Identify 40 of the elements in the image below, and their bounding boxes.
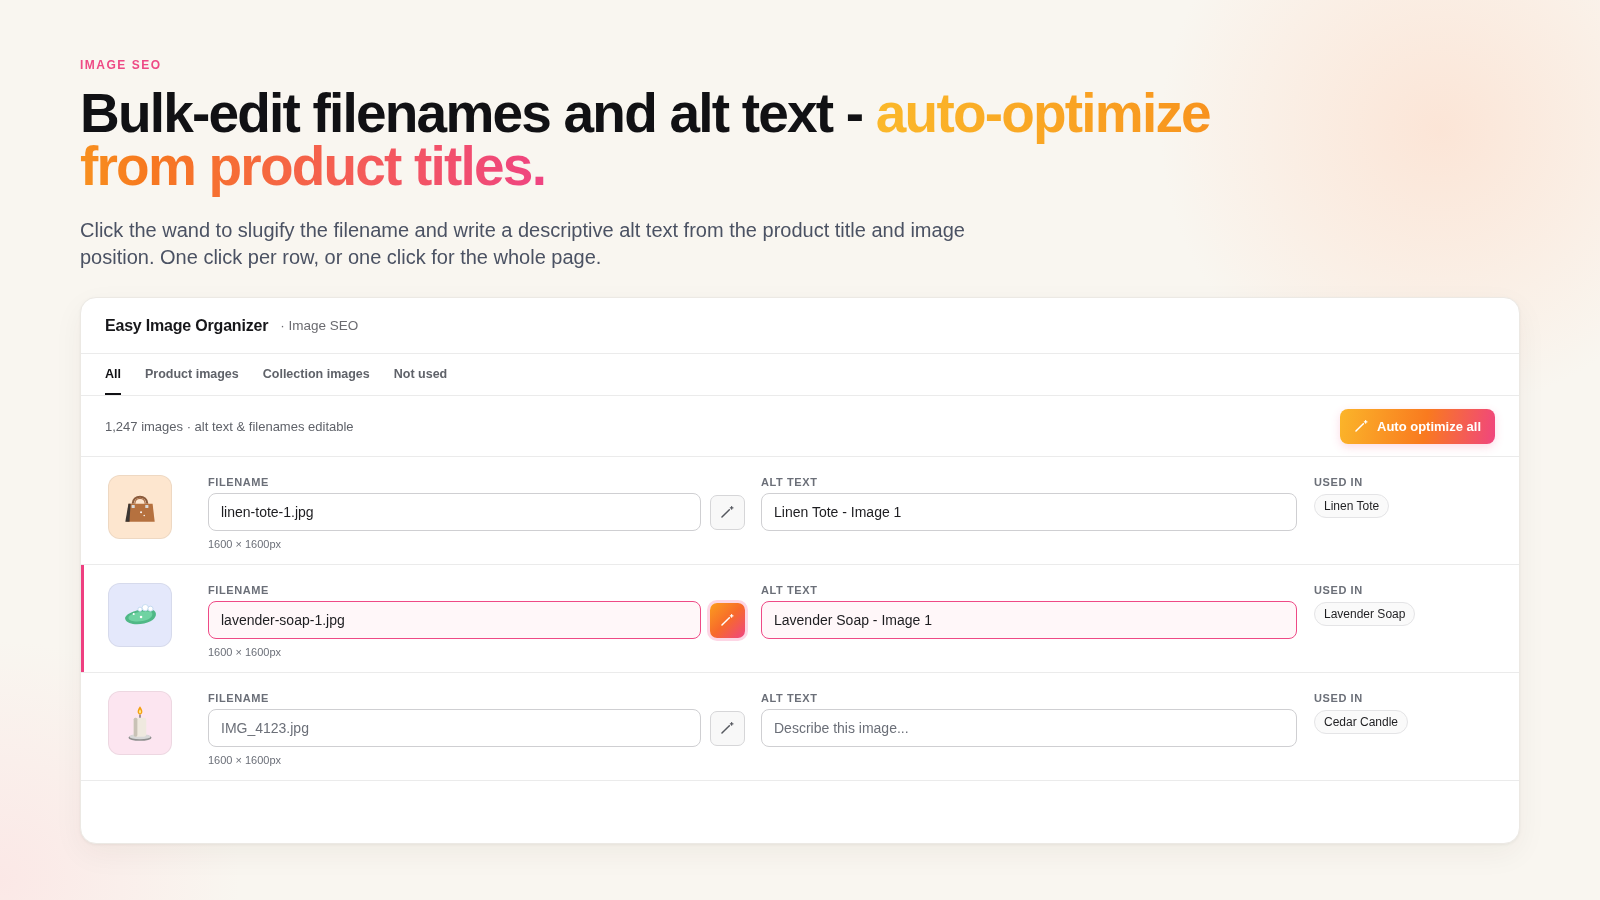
- field-label: FILENAME: [208, 691, 271, 705]
- field-label: ALT TEXT: [761, 475, 819, 489]
- field-label: ALT TEXT: [761, 691, 819, 705]
- image-count: 1,247 images · alt text & filenames editable: [105, 418, 354, 434]
- description: Click the wand to slugify the filename and write a descriptive alt text from the product title and image position. One click per row, or one click for the whole page.: [80, 218, 966, 270]
- image-row[interactable]: FILENAME lavender-soap-1.jpg 1600 × 1600px ALT TEXT Lavender Soap - Image 1 USED IN Lavender Soap: [81, 565, 1519, 673]
- image-row[interactable]: FILENAME IMG_4123.jpg 1600 × 1600px ALT TEXT Describe this image... USED IN Cedar Candle: [81, 673, 1519, 781]
- product-tag[interactable]: Linen Tote: [1314, 494, 1390, 518]
- alt-text-field[interactable]: Linen Tote - Image 1: [761, 493, 1297, 531]
- field-label: USED IN: [1314, 583, 1364, 597]
- tab[interactable]: Collection images: [262, 354, 370, 395]
- image-row[interactable]: FILENAME linen-tote-1.jpg 1600 × 1600px ALT TEXT Linen Tote - Image 1 USED IN Linen Tote: [81, 457, 1519, 565]
- app-section: · Image SEO: [280, 318, 359, 333]
- field-label: USED IN: [1314, 691, 1364, 705]
- wand-icon: [721, 722, 734, 734]
- filename-field[interactable]: linen-tote-1.jpg: [208, 493, 701, 531]
- image-dimensions: 1600 × 1600px: [208, 538, 283, 551]
- wand-icon: [721, 614, 734, 626]
- wand-button[interactable]: [710, 602, 745, 638]
- alt-text-field[interactable]: Describe this image...: [761, 709, 1297, 747]
- alt-text-field[interactable]: Lavender Soap - Image 1: [761, 601, 1297, 639]
- product-tag[interactable]: Cedar Candle: [1314, 710, 1409, 734]
- field-label: USED IN: [1314, 475, 1364, 489]
- tab[interactable]: Not used: [393, 354, 448, 395]
- wand-button[interactable]: [710, 710, 745, 746]
- wand-button[interactable]: [710, 494, 745, 530]
- tab[interactable]: All: [105, 354, 121, 395]
- image-dimensions: 1600 × 1600px: [208, 754, 283, 767]
- field-label: FILENAME: [208, 475, 271, 489]
- field-label: FILENAME: [208, 583, 271, 597]
- app-title: Easy Image Organizer: [105, 316, 269, 335]
- field-label: ALT TEXT: [761, 583, 819, 597]
- eyebrow-label: IMAGE SEO: [80, 58, 163, 72]
- wand-icon: [1355, 420, 1368, 432]
- image-dimensions: 1600 × 1600px: [208, 646, 283, 659]
- filename-field[interactable]: IMG_4123.jpg: [208, 709, 701, 747]
- tab[interactable]: Product images: [145, 354, 239, 395]
- product-tag[interactable]: Lavender Soap: [1314, 602, 1416, 626]
- wand-icon: [721, 506, 734, 518]
- filename-field[interactable]: lavender-soap-1.jpg: [208, 601, 701, 639]
